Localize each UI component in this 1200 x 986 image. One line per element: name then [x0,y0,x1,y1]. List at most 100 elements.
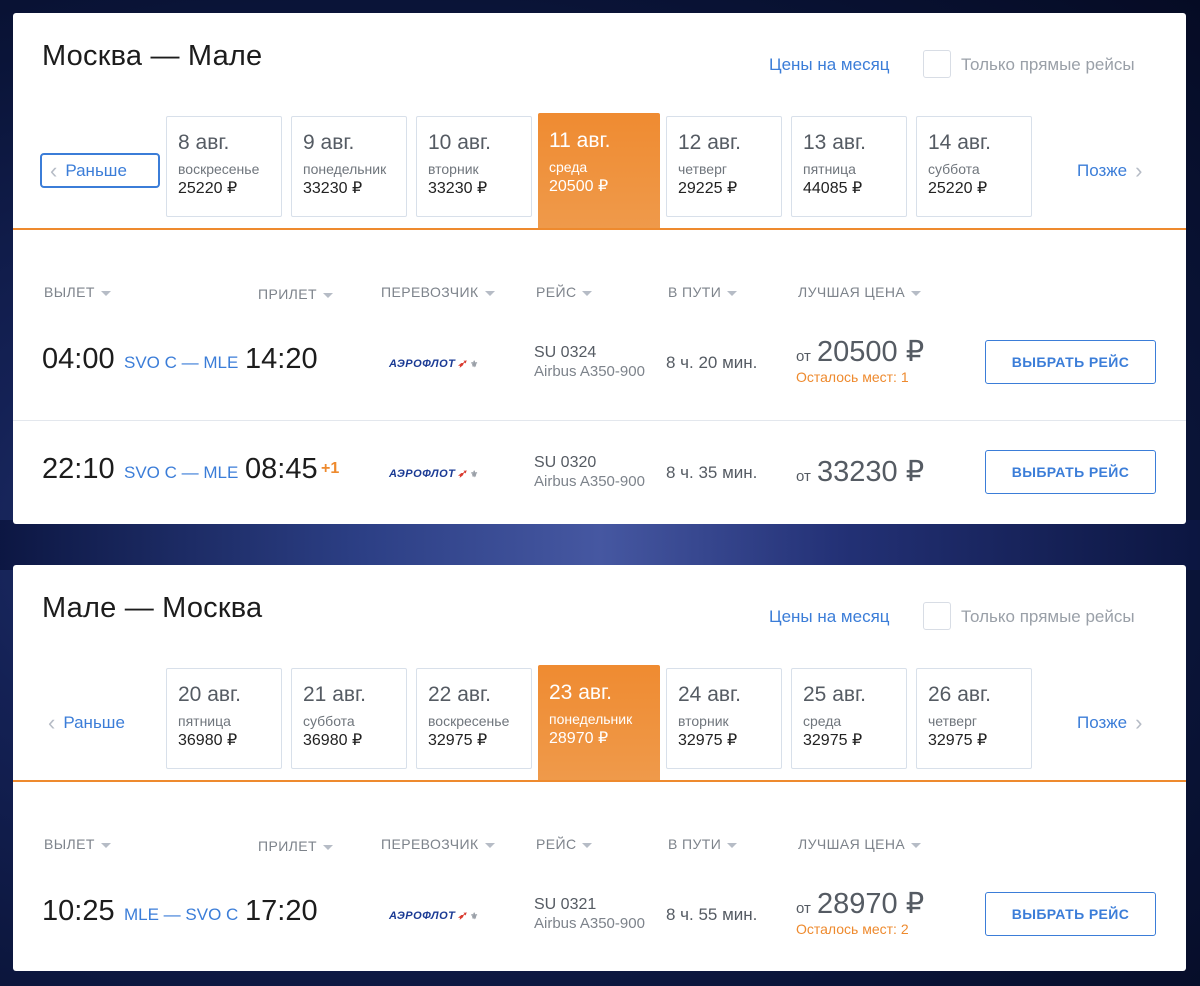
column-departure-label: ВЫЛЕТ [44,836,95,852]
column-departure[interactable]: ВЫЛЕТ [44,836,111,852]
date-price: 36980 ₽ [178,732,238,749]
date-cell[interactable]: 10 авг. вторник 33230 ₽ [416,116,532,217]
earlier-button[interactable]: ‹ Раньше [40,705,160,740]
column-departure-label: ВЫЛЕТ [44,284,95,300]
column-arrival[interactable]: ПРИЛЕТ [258,838,333,854]
date-cell[interactable]: 25 авг. среда 32975 ₽ [791,668,907,769]
date-label: 26 авг. [928,683,991,706]
weekday-label: четверг [678,161,727,177]
crest-icon: ⚜ [470,911,479,921]
date-cell[interactable]: 14 авг. суббота 25220 ₽ [916,116,1032,217]
column-departure[interactable]: ВЫЛЕТ [44,284,111,300]
price-prefix: от [796,348,811,365]
route-title: Москва — Мале [42,40,263,72]
column-flight-label: РЕЙС [536,284,577,300]
airline-logo: АЭРОФЛОТ ➶ ⚜ [389,467,479,480]
date-cell[interactable]: 13 авг. пятница 44085 ₽ [791,116,907,217]
airline-logo: АЭРОФЛОТ ➶ ⚜ [389,909,479,922]
later-button[interactable]: Позже › [1077,705,1142,740]
date-cell[interactable]: 8 авг. воскресенье 25220 ₽ [166,116,282,217]
sort-arrow-icon [582,842,593,848]
column-flight[interactable]: РЕЙС [536,284,593,300]
route-title: Мале — Москва [42,592,263,624]
date-label: 14 авг. [928,131,991,154]
date-cell[interactable]: 12 авг. четверг 29225 ₽ [666,116,782,217]
later-button[interactable]: Позже › [1077,153,1142,188]
column-carrier-label: ПЕРЕВОЗЧИК [381,836,479,852]
direct-only-checkbox[interactable] [923,50,951,78]
date-price: 33230 ₽ [428,180,488,197]
select-flight-button[interactable]: ВЫБРАТЬ РЕЙС [985,892,1156,936]
sort-arrow-icon [322,292,333,298]
return-panel: Мале — Москва Цены на месяц Только прямы… [13,565,1186,971]
month-prices-link[interactable]: Цены на месяц [769,55,890,75]
date-price: 25220 ₽ [928,180,988,197]
date-price: 44085 ₽ [803,180,863,197]
departure-time: 10:25 [42,895,115,927]
weekday-label: пятница [803,161,856,177]
sort-arrow-icon [100,290,111,296]
chevron-right-icon: › [1135,157,1143,183]
weekday-label: понедельник [303,161,387,177]
column-arrival[interactable]: ПРИЛЕТ [258,286,333,302]
date-price: 36980 ₽ [303,732,363,749]
column-best-price-label: ЛУЧШАЯ ЦЕНА [798,284,906,300]
flight-price: 28970 ₽ [817,888,925,920]
date-cell[interactable]: 26 авг. четверг 32975 ₽ [916,668,1032,769]
date-price: 32975 ₽ [678,732,738,749]
date-label: 22 авг. [428,683,491,706]
month-prices-link[interactable]: Цены на месяц [769,607,890,627]
column-duration[interactable]: В ПУТИ [668,284,738,300]
weekday-label: суббота [303,713,355,729]
select-flight-button[interactable]: ВЫБРАТЬ РЕЙС [985,340,1156,384]
date-label: 12 авг. [678,131,741,154]
chevron-left-icon: ‹ [48,709,56,735]
earlier-button[interactable]: ‹ Раньше [40,153,160,188]
date-cell[interactable]: 9 авг. понедельник 33230 ₽ [291,116,407,217]
date-price: 32975 ₽ [803,732,863,749]
arrival-time: 17:20 [245,895,318,927]
date-cell-selected[interactable]: 23 авг. понедельник 28970 ₽ [538,665,660,782]
direct-only-label: Только прямые рейсы [961,607,1135,626]
chevron-left-icon: ‹ [50,157,58,183]
seats-left: Осталось мест: 2 [796,921,909,937]
flight-row: 04:00 SVO C — MLE 14:20 АЭРОФЛОТ ➶ ⚜ SU 03… [13,310,1186,413]
column-carrier-label: ПЕРЕВОЗЧИК [381,284,479,300]
column-best-price[interactable]: ЛУЧШАЯ ЦЕНА [798,836,922,852]
seats-left: Осталось мест: 1 [796,369,909,385]
column-arrival-label: ПРИЛЕТ [258,286,317,302]
date-label: 25 авг. [803,683,866,706]
sort-arrow-icon [727,290,738,296]
flight-duration: 8 ч. 35 мин. [666,463,758,482]
flight-duration: 8 ч. 55 мин. [666,905,758,924]
column-carrier[interactable]: ПЕРЕВОЗЧИК [381,836,495,852]
earlier-label: Раньше [65,160,127,180]
flight-price: 33230 ₽ [817,456,925,488]
later-label: Позже [1077,712,1128,732]
direct-only-checkbox[interactable] [923,602,951,630]
date-cell[interactable]: 20 авг. пятница 36980 ₽ [166,668,282,769]
column-duration[interactable]: В ПУТИ [668,836,738,852]
weekday-label: воскресенье [178,161,260,177]
column-duration-label: В ПУТИ [668,836,722,852]
airline-name: АЭРОФЛОТ [389,468,456,480]
weekday-label: четверг [928,713,977,729]
sort-arrow-icon [100,842,111,848]
sort-arrow-icon [322,844,333,850]
select-flight-button[interactable]: ВЫБРАТЬ РЕЙС [985,450,1156,494]
column-carrier[interactable]: ПЕРЕВОЗЧИК [381,284,495,300]
aircraft-type: Airbus A350-900 [534,363,645,380]
aircraft-type: Airbus A350-900 [534,915,645,932]
column-best-price[interactable]: ЛУЧШАЯ ЦЕНА [798,284,922,300]
date-cell[interactable]: 22 авг. воскресенье 32975 ₽ [416,668,532,769]
column-flight[interactable]: РЕЙС [536,836,593,852]
date-cell-selected[interactable]: 11 авг. среда 20500 ₽ [538,113,660,230]
date-cell[interactable]: 24 авг. вторник 32975 ₽ [666,668,782,769]
weekday-label: пятница [178,713,231,729]
route-airports: MLE — SVO C [124,905,239,924]
later-label: Позже [1077,160,1128,180]
flight-number: SU 0324 [534,344,597,361]
departure-time: 04:00 [42,343,115,375]
date-cell[interactable]: 21 авг. суббота 36980 ₽ [291,668,407,769]
date-price: 32975 ₽ [928,732,988,749]
